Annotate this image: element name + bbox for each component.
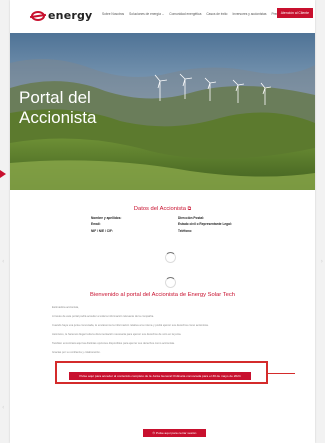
- loading-spinner-icon: [165, 252, 176, 263]
- logo-text: energy: [48, 9, 93, 22]
- pointer-line: [268, 373, 295, 374]
- customer-service-button[interactable]: Atención al Cliente: [276, 8, 313, 18]
- welcome-paragraph: Asimismo, le haremos llegar toda la docu…: [52, 333, 182, 336]
- left-chevron-icon: ‹: [2, 258, 5, 265]
- main-nav: Sobre Nosotros Soluciones de energía ⌄ C…: [102, 12, 282, 16]
- nav-item-sobre-nosotros[interactable]: Sobre Nosotros: [102, 12, 124, 16]
- junta-access-button[interactable]: Pulse aquí para acceder al contenido com…: [69, 372, 251, 380]
- external-link-icon[interactable]: ⧉: [188, 206, 192, 212]
- welcome-title: Bienvenido al portal del Accionista de E…: [90, 292, 235, 298]
- welcome-paragraph: Cuando haya una junta convocada, le envi…: [52, 324, 209, 327]
- shareholder-data-left: Nombre y apellidos: Email: NIF / NIE / C…: [91, 215, 121, 234]
- pointer-arrow-icon: [0, 170, 6, 178]
- hero-banner: Portal del Accionista: [10, 33, 315, 190]
- welcome-paragraph: Estimado/a accionista,: [52, 306, 79, 309]
- nif-label: NIF / NIE / CIF:: [91, 228, 113, 233]
- welcome-paragraph: Gracias por su confianza y colaboración.: [52, 351, 101, 354]
- civil-status-label: Estado civil o Representante Legal:: [178, 222, 232, 227]
- nav-item-casos[interactable]: Casos de éxito: [206, 12, 227, 16]
- nav-item-inversores[interactable]: Inversores y accionistas: [232, 12, 266, 16]
- nav-item-soluciones[interactable]: Soluciones de energía ⌄: [129, 12, 164, 16]
- address-label: Dirección Postal:: [178, 216, 205, 220]
- phone-label: Teléfono:: [178, 228, 193, 233]
- logo[interactable]: energy: [31, 9, 92, 22]
- welcome-paragraph: A través de este portal podrá acceder a …: [52, 315, 155, 318]
- chevron-down-icon: ⌄: [161, 12, 165, 16]
- name-label: Nombre y apellidos:: [91, 216, 122, 220]
- page-title: Portal del Accionista: [19, 88, 97, 127]
- left-chevron-icon: ‹: [2, 404, 5, 411]
- loading-spinner-icon: [165, 277, 176, 288]
- right-chevron-icon: ›: [320, 258, 323, 265]
- logout-button[interactable]: ⏻ Pulse aquí para cerrar sesión: [143, 429, 206, 437]
- shareholder-data-title: Datos del Accionista ⧉: [133, 206, 192, 212]
- site-header: energy Sobre Nosotros Soluciones de ener…: [10, 0, 315, 33]
- shareholder-data-right: Dirección Postal: Estado civil o Represe…: [178, 215, 232, 234]
- email-label: Email:: [91, 222, 101, 227]
- logo-mark-icon: [31, 10, 45, 21]
- welcome-paragraph: También encontrará aquí las distintas op…: [52, 342, 175, 345]
- nav-item-comunidad[interactable]: Comunidad energética: [169, 12, 201, 16]
